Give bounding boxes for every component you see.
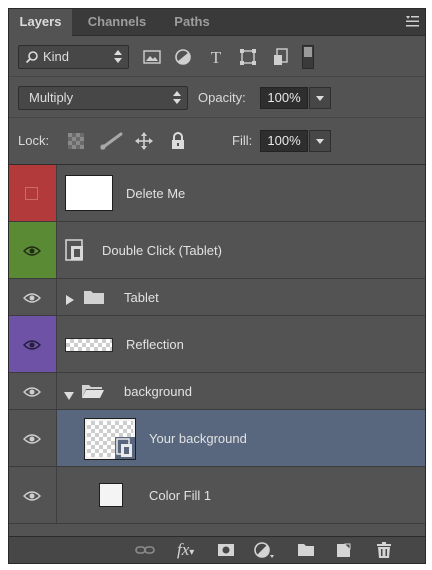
folder-icon (83, 289, 105, 305)
eye-icon[interactable] (23, 432, 41, 444)
lock-transparency-icon[interactable] (67, 132, 85, 150)
layer-name[interactable]: Your background (149, 431, 247, 446)
layer-row-your-background[interactable]: Your background (9, 410, 425, 467)
layer-row-tablet-group[interactable]: Tablet (9, 279, 425, 316)
lock-position-icon[interactable] (135, 132, 153, 150)
opacity-label: Opacity: (198, 90, 246, 105)
layer-thumbnail[interactable] (65, 338, 113, 352)
updown-arrows-icon (114, 50, 122, 66)
visibility-cell[interactable] (9, 373, 57, 409)
fill-input[interactable]: 100% (260, 130, 308, 152)
expand-triangle-icon[interactable] (66, 292, 74, 305)
layer-name[interactable]: Reflection (126, 337, 184, 352)
image-filter-icon[interactable] (142, 48, 162, 66)
layer-color-label-green[interactable] (9, 222, 57, 278)
opacity-slider-button[interactable] (309, 87, 331, 109)
eye-icon[interactable] (23, 489, 41, 501)
visibility-cell[interactable] (9, 410, 57, 466)
adjustment-filter-icon[interactable] (173, 48, 193, 66)
adjustment-layer-icon[interactable] (253, 541, 275, 559)
layer-name[interactable]: Color Fill 1 (149, 488, 211, 503)
layer-style-fx-icon[interactable]: fx▾ (177, 541, 205, 559)
panel-menu-icon[interactable] (405, 13, 419, 29)
shape-filter-icon[interactable] (238, 48, 258, 66)
tab-channels[interactable]: Channels (75, 9, 159, 35)
blend-row: Multiply Opacity: 100% (9, 77, 425, 118)
smart-object-icon[interactable] (65, 239, 87, 263)
layer-color-label-red[interactable] (9, 165, 57, 221)
hidden-visibility-box[interactable] (25, 187, 38, 200)
filter-kind-dropdown[interactable]: Kind (18, 45, 129, 69)
visibility-cell[interactable] (9, 467, 57, 523)
layer-name[interactable]: Tablet (124, 290, 159, 305)
blend-mode-value: Multiply (29, 90, 74, 105)
delete-layer-icon[interactable] (375, 541, 393, 559)
layer-row-color-fill-1[interactable]: Color Fill 1 (9, 467, 425, 524)
layer-row-delete-me[interactable]: Delete Me (9, 165, 425, 222)
eye-icon[interactable] (23, 291, 41, 303)
layer-row-background-group[interactable]: background (9, 373, 425, 410)
filter-kind-label: Kind (43, 49, 70, 64)
fill-slider-button[interactable] (309, 130, 331, 152)
layer-thumbnail[interactable] (65, 175, 113, 211)
lock-all-icon[interactable] (169, 132, 187, 150)
new-layer-icon[interactable] (335, 541, 353, 559)
lock-label: Lock: (18, 133, 50, 148)
fill-thumbnail[interactable] (99, 483, 123, 507)
smart-object-filter-icon[interactable] (271, 48, 291, 66)
search-icon (25, 50, 39, 64)
new-group-icon[interactable] (297, 541, 315, 559)
open-folder-icon (81, 383, 105, 399)
tab-layers[interactable]: Layers (9, 9, 72, 36)
eye-icon[interactable] (23, 385, 41, 397)
eye-icon[interactable] (23, 244, 41, 256)
panel-tab-bar: Layers Channels Paths (9, 9, 425, 36)
svg-text:T: T (211, 48, 222, 66)
link-layers-icon[interactable] (135, 541, 155, 559)
opacity-input[interactable]: 100% (260, 87, 308, 109)
smart-object-badge-icon (115, 437, 135, 459)
visibility-cell[interactable] (9, 279, 57, 315)
layer-row-reflection[interactable]: Reflection (9, 316, 425, 373)
lock-pixels-icon[interactable] (99, 132, 123, 150)
layers-bottom-toolbar: fx▾ (9, 536, 425, 563)
layer-name[interactable]: background (124, 384, 192, 399)
filter-toggle-switch[interactable] (302, 45, 314, 69)
type-filter-icon[interactable]: T (206, 48, 226, 67)
layer-color-label-purple[interactable] (9, 316, 57, 372)
layer-name[interactable]: Double Click (Tablet) (102, 243, 222, 258)
updown-arrows-icon (173, 91, 181, 107)
layer-thumbnail[interactable] (85, 419, 135, 459)
layers-panel: Layers Channels Paths Kind T Multiply Op… (8, 8, 426, 564)
tab-paths[interactable]: Paths (161, 9, 223, 35)
add-mask-icon[interactable] (217, 541, 235, 559)
lock-row: Lock: Fill: 100% (9, 118, 425, 165)
layer-name[interactable]: Delete Me (126, 186, 185, 201)
layer-row-double-click-tablet[interactable]: Double Click (Tablet) (9, 222, 425, 279)
fill-label: Fill: (232, 133, 253, 148)
collapse-triangle-icon[interactable] (64, 387, 74, 400)
layer-filter-row: Kind T (9, 36, 425, 77)
eye-icon[interactable] (23, 338, 41, 350)
blend-mode-dropdown[interactable]: Multiply (18, 86, 188, 110)
